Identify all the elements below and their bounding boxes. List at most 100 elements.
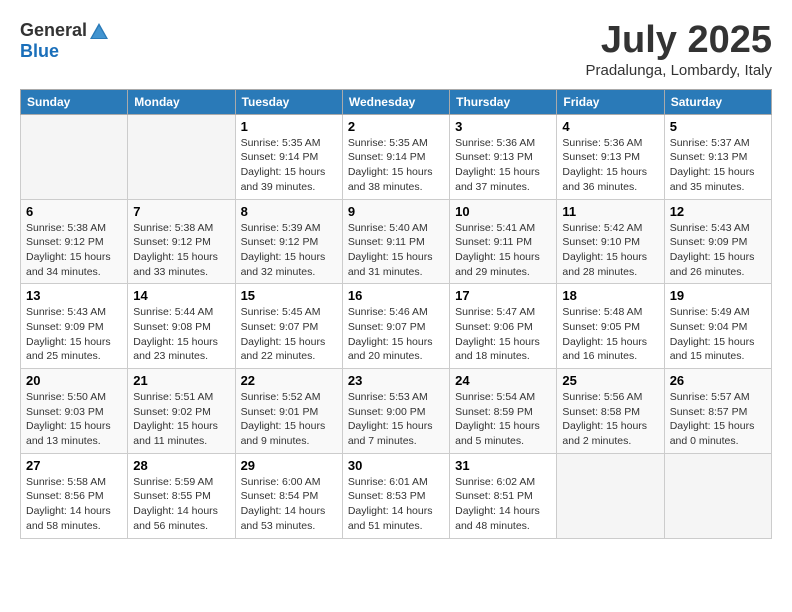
- day-number: 25: [562, 373, 658, 388]
- day-cell: 18 Sunrise: 5:48 AM Sunset: 9:05 PM Dayli…: [557, 284, 664, 369]
- day-info: Sunrise: 5:44 AM Sunset: 9:08 PM Dayligh…: [133, 305, 229, 364]
- week-row-2: 6 Sunrise: 5:38 AM Sunset: 9:12 PM Daylig…: [21, 199, 772, 284]
- location-text: Pradalunga, Lombardy, Italy: [586, 62, 773, 79]
- day-header-friday: Friday: [557, 89, 664, 114]
- day-cell: 21 Sunrise: 5:51 AM Sunset: 9:02 PM Dayli…: [128, 369, 235, 454]
- day-number: 7: [133, 204, 229, 219]
- day-number: 17: [455, 288, 551, 303]
- day-info: Sunrise: 6:00 AM Sunset: 8:54 PM Dayligh…: [241, 475, 337, 534]
- day-cell: 27Sunrise: 5:58 AM Sunset: 8:56 PM Dayli…: [21, 453, 128, 538]
- day-cell: 6 Sunrise: 5:38 AM Sunset: 9:12 PM Daylig…: [21, 199, 128, 284]
- logo-general-text: General: [20, 20, 87, 41]
- day-cell: 16 Sunrise: 5:46 AM Sunset: 9:07 PM Dayli…: [342, 284, 449, 369]
- day-cell: 10 Sunrise: 5:41 AM Sunset: 9:11 PM Dayli…: [450, 199, 557, 284]
- day-cell: 9 Sunrise: 5:40 AM Sunset: 9:11 PM Daylig…: [342, 199, 449, 284]
- day-cell: 8Sunrise: 5:39 AM Sunset: 9:12 PM Daylig…: [235, 199, 342, 284]
- day-number: 30: [348, 458, 444, 473]
- day-cell: 11Sunrise: 5:42 AM Sunset: 9:10 PM Dayli…: [557, 199, 664, 284]
- day-number: 1: [241, 119, 337, 134]
- day-cell: 2Sunrise: 5:35 AM Sunset: 9:14 PM Daylig…: [342, 114, 449, 199]
- day-info: Sunrise: 5:43 AM Sunset: 9:09 PM Dayligh…: [670, 221, 766, 280]
- day-header-saturday: Saturday: [664, 89, 771, 114]
- day-info: Sunrise: 5:46 AM Sunset: 9:07 PM Dayligh…: [348, 305, 444, 364]
- day-cell: 20Sunrise: 5:50 AM Sunset: 9:03 PM Dayli…: [21, 369, 128, 454]
- day-cell: 19 Sunrise: 5:49 AM Sunset: 9:04 PM Dayli…: [664, 284, 771, 369]
- day-info: Sunrise: 5:41 AM Sunset: 9:11 PM Dayligh…: [455, 221, 551, 280]
- day-number: 26: [670, 373, 766, 388]
- day-cell: 14 Sunrise: 5:44 AM Sunset: 9:08 PM Dayli…: [128, 284, 235, 369]
- logo-icon: [88, 21, 110, 41]
- day-number: 31: [455, 458, 551, 473]
- calendar-table: SundayMondayTuesdayWednesdayThursdayFrid…: [20, 89, 772, 539]
- day-cell: [664, 453, 771, 538]
- logo-blue-text: Blue: [20, 41, 59, 62]
- day-info: Sunrise: 5:48 AM Sunset: 9:05 PM Dayligh…: [562, 305, 658, 364]
- day-cell: 30 Sunrise: 6:01 AM Sunset: 8:53 PM Dayli…: [342, 453, 449, 538]
- day-number: 6: [26, 204, 122, 219]
- day-number: 14: [133, 288, 229, 303]
- page-header: General Blue July 2025 Pradalunga, Lomba…: [20, 20, 772, 79]
- day-info: Sunrise: 5:47 AM Sunset: 9:06 PM Dayligh…: [455, 305, 551, 364]
- day-info: Sunrise: 5:51 AM Sunset: 9:02 PM Dayligh…: [133, 390, 229, 449]
- day-header-wednesday: Wednesday: [342, 89, 449, 114]
- day-info: Sunrise: 5:52 AM Sunset: 9:01 PM Dayligh…: [241, 390, 337, 449]
- week-row-1: 1 Sunrise: 5:35 AM Sunset: 9:14 PM Daylig…: [21, 114, 772, 199]
- day-number: 24: [455, 373, 551, 388]
- week-row-3: 13 Sunrise: 5:43 AM Sunset: 9:09 PM Dayli…: [21, 284, 772, 369]
- title-block: July 2025 Pradalunga, Lombardy, Italy: [586, 20, 773, 79]
- day-header-sunday: Sunday: [21, 89, 128, 114]
- header-row: SundayMondayTuesdayWednesdayThursdayFrid…: [21, 89, 772, 114]
- day-info: Sunrise: 6:01 AM Sunset: 8:53 PM Dayligh…: [348, 475, 444, 534]
- logo: General Blue: [20, 20, 111, 62]
- day-info: Sunrise: 5:50 AM Sunset: 9:03 PM Dayligh…: [26, 390, 122, 449]
- day-cell: 7Sunrise: 5:38 AM Sunset: 9:12 PM Daylig…: [128, 199, 235, 284]
- day-number: 3: [455, 119, 551, 134]
- day-number: 22: [241, 373, 337, 388]
- week-row-4: 20Sunrise: 5:50 AM Sunset: 9:03 PM Dayli…: [21, 369, 772, 454]
- day-info: Sunrise: 5:43 AM Sunset: 9:09 PM Dayligh…: [26, 305, 122, 364]
- day-number: 5: [670, 119, 766, 134]
- day-cell: [128, 114, 235, 199]
- day-cell: 26Sunrise: 5:57 AM Sunset: 8:57 PM Dayli…: [664, 369, 771, 454]
- day-number: 12: [670, 204, 766, 219]
- day-cell: [21, 114, 128, 199]
- day-info: Sunrise: 5:37 AM Sunset: 9:13 PM Dayligh…: [670, 136, 766, 195]
- day-cell: 23Sunrise: 5:53 AM Sunset: 9:00 PM Dayli…: [342, 369, 449, 454]
- day-number: 21: [133, 373, 229, 388]
- day-info: Sunrise: 5:35 AM Sunset: 9:14 PM Dayligh…: [241, 136, 337, 195]
- day-number: 28: [133, 458, 229, 473]
- day-cell: 4 Sunrise: 5:36 AM Sunset: 9:13 PM Daylig…: [557, 114, 664, 199]
- day-number: 10: [455, 204, 551, 219]
- day-info: Sunrise: 5:56 AM Sunset: 8:58 PM Dayligh…: [562, 390, 658, 449]
- day-number: 13: [26, 288, 122, 303]
- day-cell: 1 Sunrise: 5:35 AM Sunset: 9:14 PM Daylig…: [235, 114, 342, 199]
- day-number: 4: [562, 119, 658, 134]
- day-number: 18: [562, 288, 658, 303]
- day-cell: 25 Sunrise: 5:56 AM Sunset: 8:58 PM Dayli…: [557, 369, 664, 454]
- day-number: 9: [348, 204, 444, 219]
- day-number: 11: [562, 204, 658, 219]
- day-number: 23: [348, 373, 444, 388]
- day-info: Sunrise: 5:54 AM Sunset: 8:59 PM Dayligh…: [455, 390, 551, 449]
- day-info: Sunrise: 5:38 AM Sunset: 9:12 PM Dayligh…: [26, 221, 122, 280]
- day-number: 15: [241, 288, 337, 303]
- day-info: Sunrise: 6:02 AM Sunset: 8:51 PM Dayligh…: [455, 475, 551, 534]
- day-info: Sunrise: 5:36 AM Sunset: 9:13 PM Dayligh…: [562, 136, 658, 195]
- day-number: 19: [670, 288, 766, 303]
- day-info: Sunrise: 5:39 AM Sunset: 9:12 PM Dayligh…: [241, 221, 337, 280]
- day-cell: 24 Sunrise: 5:54 AM Sunset: 8:59 PM Dayli…: [450, 369, 557, 454]
- day-cell: [557, 453, 664, 538]
- day-cell: 12 Sunrise: 5:43 AM Sunset: 9:09 PM Dayli…: [664, 199, 771, 284]
- day-number: 16: [348, 288, 444, 303]
- day-info: Sunrise: 5:45 AM Sunset: 9:07 PM Dayligh…: [241, 305, 337, 364]
- day-cell: 13 Sunrise: 5:43 AM Sunset: 9:09 PM Dayli…: [21, 284, 128, 369]
- day-info: Sunrise: 5:49 AM Sunset: 9:04 PM Dayligh…: [670, 305, 766, 364]
- day-cell: 17 Sunrise: 5:47 AM Sunset: 9:06 PM Dayli…: [450, 284, 557, 369]
- month-title: July 2025: [586, 20, 773, 62]
- day-cell: 31 Sunrise: 6:02 AM Sunset: 8:51 PM Dayli…: [450, 453, 557, 538]
- day-cell: 3Sunrise: 5:36 AM Sunset: 9:13 PM Daylig…: [450, 114, 557, 199]
- day-info: Sunrise: 5:59 AM Sunset: 8:55 PM Dayligh…: [133, 475, 229, 534]
- day-cell: 28 Sunrise: 5:59 AM Sunset: 8:55 PM Dayli…: [128, 453, 235, 538]
- day-info: Sunrise: 5:40 AM Sunset: 9:11 PM Dayligh…: [348, 221, 444, 280]
- day-info: Sunrise: 5:58 AM Sunset: 8:56 PM Dayligh…: [26, 475, 122, 534]
